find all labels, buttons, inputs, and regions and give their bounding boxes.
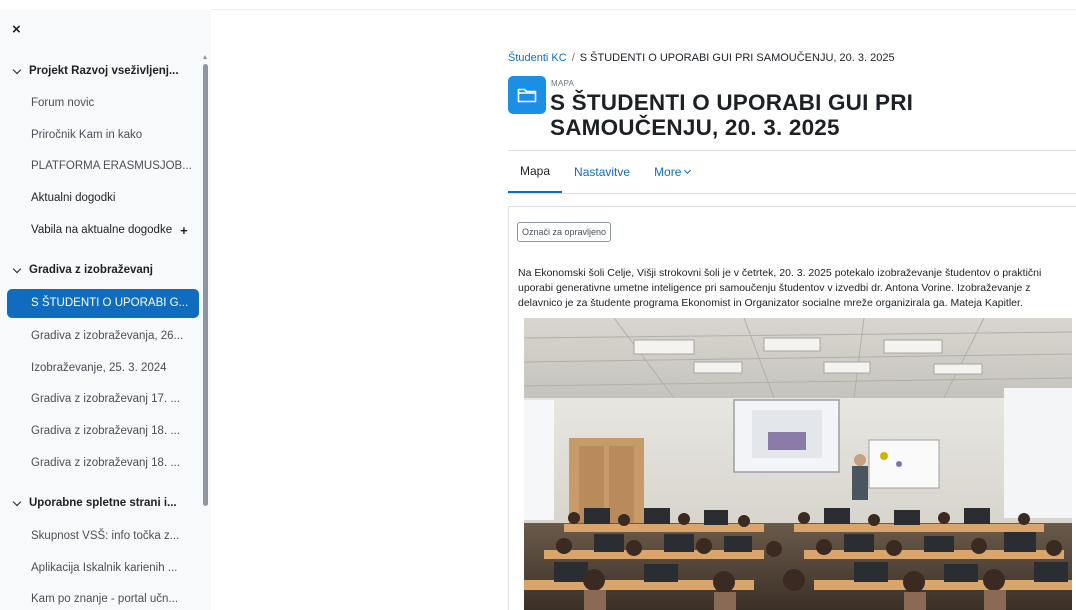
section-header-2[interactable]: Uporabne spletne strani i... xyxy=(0,487,211,520)
section-title: Gradiva z izobraževanj xyxy=(29,264,153,277)
move-icon: + xyxy=(180,222,188,238)
section-header-0[interactable]: Projekt Razvoj vseživljenj... xyxy=(0,54,211,87)
chevron-down-icon[interactable] xyxy=(13,266,21,274)
chevron-down-icon[interactable] xyxy=(13,67,21,75)
chevron-down-icon xyxy=(684,166,692,175)
sidebar-item-label: Gradiva z izobraževanj 18. ... xyxy=(31,457,180,470)
tab-more[interactable]: More xyxy=(642,151,702,193)
sidebar-item[interactable]: Gradiva z izobraževanja, 26... xyxy=(0,320,211,352)
sidebar-item-label: Gradiva z izobraževanja, 26... xyxy=(31,329,184,342)
chevron-down-icon[interactable] xyxy=(13,499,21,507)
page-title: S ŠTUDENTI O UPORABI GUI PRI SAMOUČENJU,… xyxy=(550,90,914,140)
sidebar-item[interactable]: Priročnik Kam in kako xyxy=(0,119,211,151)
scrollbar-up-arrow[interactable] xyxy=(203,55,207,59)
sidebar-item[interactable]: Kam po znanje - portal učn... xyxy=(0,584,211,610)
sidebar-item-label: Vabila na aktualne dogodke xyxy=(31,224,173,237)
sidebar-item-active[interactable]: S ŠTUDENTI O UPORABI G... xyxy=(7,288,199,318)
breadcrumb: Študenti KC / S ŠTUDENTI O UPORABI GUI PRI… xyxy=(508,52,895,64)
intro-text: Na Ekonomski šoli Celje, Višji strokovni… xyxy=(518,267,1042,310)
section-title: Uporabne spletne strani i... xyxy=(29,497,177,510)
sidebar-item-label: Izobraževanje, 25. 3. 2024 xyxy=(31,361,167,374)
breadcrumb-separator: / xyxy=(571,52,575,64)
mark-as-done-button[interactable]: Označi za opravljeno xyxy=(517,222,612,242)
drawer-scrollbar-thumb[interactable] xyxy=(203,64,208,506)
breadcrumb-link-studenti-kc[interactable]: Študenti KC xyxy=(508,52,567,64)
course-index-drawer: × Projekt Razvoj vseživljenj... Forum nov… xyxy=(0,10,211,610)
section-title: Projekt Razvoj vseživljenj... xyxy=(29,64,179,77)
sidebar-item[interactable]: Aktualni dogodki xyxy=(0,182,211,214)
tab-mapa-label: Mapa xyxy=(520,164,551,178)
sidebar-item-label: Gradiva z izobraževanj 18. ... xyxy=(31,425,180,438)
sidebar-item[interactable]: Gradiva z izobraževanj 18. ... xyxy=(0,447,211,479)
sidebar-item[interactable]: Gradiva z izobraževanj 18. ... xyxy=(0,415,211,447)
sidebar-item[interactable]: Aplikacija Iskalnik karienih ... xyxy=(0,552,211,584)
sidebar-item-label: Aktualni dogodki xyxy=(31,192,116,205)
close-drawer-icon[interactable]: × xyxy=(12,22,24,37)
sidebar-item[interactable]: Forum novic xyxy=(0,87,211,119)
tab-mapa[interactable]: Mapa xyxy=(508,151,563,193)
top-divider xyxy=(211,9,1076,10)
sidebar-item-label: S ŠTUDENTI O UPORABI G... xyxy=(31,297,189,310)
sidebar-item-label: PLATFORMA ERASMUSJOB... xyxy=(31,160,192,173)
breadcrumb-current: S ŠTUDENTI O UPORABI GUI PRI SAMOUČENJU,… xyxy=(579,52,895,64)
sidebar-item-label: Aplikacija Iskalnik karienih ... xyxy=(31,561,178,574)
sidebar-item-label: Priročnik Kam in kako xyxy=(31,128,143,141)
tabs-divider xyxy=(508,193,1076,194)
sidebar-item-label: Forum novic xyxy=(31,96,95,109)
sidebar-item[interactable]: Izobraževanje, 25. 3. 2024 xyxy=(0,352,211,384)
sidebar-item[interactable]: Gradiva z izobraževanj 17. ... xyxy=(0,384,211,416)
module-type-label: MAPA xyxy=(551,79,575,88)
sidebar-item[interactable]: Vabila na aktualne dogodke + xyxy=(0,214,211,246)
tab-more-label: More xyxy=(654,165,682,179)
sidebar-item-label: Gradiva z izobraževanj 17. ... xyxy=(31,393,180,406)
folder-icon xyxy=(508,76,546,114)
sidebar-item-label: Skupnost VSŠ: info točka z... xyxy=(31,529,180,542)
sidebar-item[interactable]: PLATFORMA ERASMUSJOB... xyxy=(0,151,211,183)
sidebar-item-label: Kam po znanje - portal učn... xyxy=(31,593,179,606)
course-index: Projekt Razvoj vseživljenj... Forum novic… xyxy=(0,54,211,610)
tab-nastavitve[interactable]: Nastavitve xyxy=(562,151,642,193)
secondary-navigation: Mapa Nastavitve More xyxy=(508,151,702,193)
sidebar-item[interactable]: Skupnost VSŠ: info točka z... xyxy=(0,520,211,552)
tab-nastavitve-label: Nastavitve xyxy=(574,165,631,179)
classroom-photo xyxy=(524,318,1072,610)
section-header-1[interactable]: Gradiva z izobraževanj xyxy=(0,254,211,287)
